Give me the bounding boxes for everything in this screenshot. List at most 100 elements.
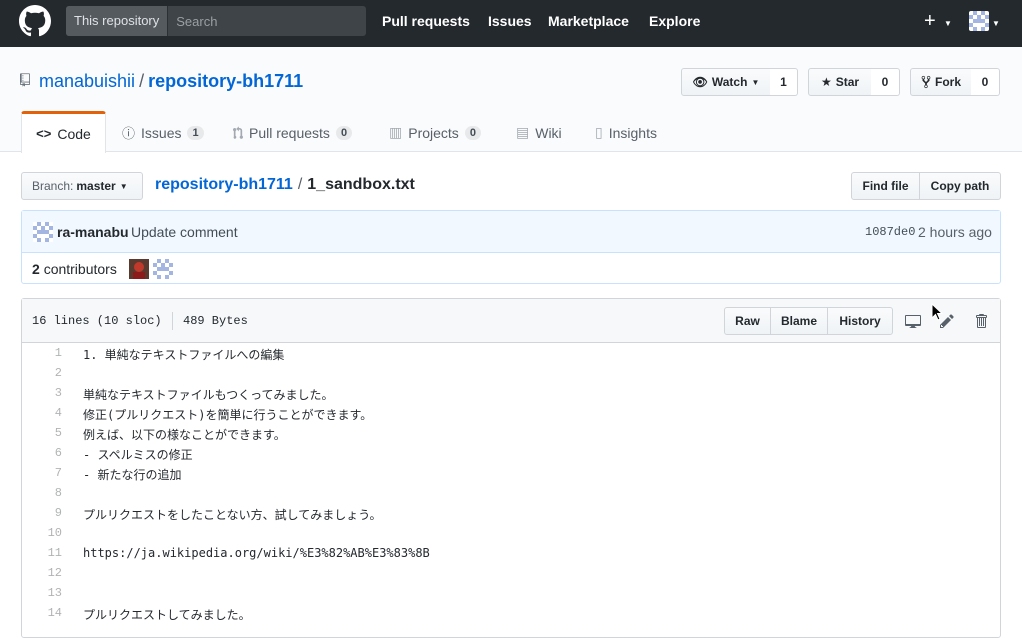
raw-button[interactable]: Raw: [724, 307, 771, 335]
tab-counter: 1: [187, 125, 204, 140]
desktop-icon[interactable]: [905, 313, 921, 329]
avatar[interactable]: [969, 11, 989, 31]
chevron-down-icon[interactable]: ▼: [944, 19, 952, 28]
contributor-avatar[interactable]: [129, 259, 149, 279]
code-line: 修正(プルリクエスト)を簡単に行うことができます。: [83, 408, 373, 422]
nav-issues[interactable]: Issues: [488, 13, 532, 29]
tab-label: Insights: [608, 124, 657, 141]
branch-prefix: Branch:: [32, 179, 74, 193]
star-icon: ★: [820, 75, 832, 89]
commit-tease: ra-manabu Update comment 1087de0 2 hours…: [21, 210, 1001, 284]
nav-marketplace[interactable]: Marketplace: [548, 13, 629, 29]
tab-counter: 0: [335, 125, 353, 140]
mouse-cursor-icon: [931, 303, 944, 321]
line-number[interactable]: 12: [22, 566, 62, 580]
watch-button[interactable]: 👁 Watch ▼: [681, 68, 771, 96]
chevron-down-icon: ▼: [751, 77, 760, 87]
chevron-down-icon[interactable]: ▼: [992, 19, 1000, 28]
code-line: 1. 単純なテキストファイルへの編集: [83, 348, 285, 362]
tab-label: Pull requests: [249, 124, 330, 141]
star-label: Star: [835, 75, 860, 89]
trash-icon[interactable]: [973, 313, 989, 329]
fork-icon: [921, 75, 931, 89]
tab-insights[interactable]: ▯ Insights: [595, 113, 657, 152]
tab-counter: 0: [464, 125, 481, 140]
search-box[interactable]: This repository Search: [66, 6, 366, 36]
line-number[interactable]: 5: [22, 426, 62, 440]
code-line: プルリクエストをしたことない方、試してみましょう。: [83, 508, 382, 522]
pull-request-icon: [233, 125, 243, 139]
file-header: 16 lines (10 sloc) 489 Bytes Raw Blame H…: [22, 299, 1000, 343]
line-number[interactable]: 1: [22, 346, 62, 360]
tab-projects[interactable]: ▥ Projects 0: [389, 113, 481, 152]
eye-icon: 👁: [692, 75, 708, 89]
fork-label: Fork: [934, 75, 961, 89]
commit-message-link[interactable]: Update comment: [131, 224, 238, 240]
fork-button[interactable]: Fork: [910, 68, 972, 96]
history-button[interactable]: History: [827, 307, 893, 335]
watch-count[interactable]: 1: [770, 68, 798, 96]
tab-label: Projects: [408, 124, 459, 141]
repo-name-link[interactable]: repository-bh1711: [148, 71, 303, 91]
line-number[interactable]: 7: [22, 466, 62, 480]
contributors-label: contributors: [43, 261, 117, 277]
plus-icon[interactable]: +: [924, 10, 936, 33]
code-line: - スペルミスの修正: [83, 448, 193, 462]
code-icon: <>: [36, 126, 52, 141]
repo-title: manabuishii / repository-bh1711: [39, 71, 303, 92]
line-number[interactable]: 2: [22, 366, 62, 380]
breadcrumb-repo-link[interactable]: repository-bh1711: [155, 176, 293, 193]
tab-wiki[interactable]: ▤ Wiki: [516, 113, 562, 152]
line-number[interactable]: 6: [22, 446, 62, 460]
line-number[interactable]: 11: [22, 546, 62, 560]
branch-name: master: [76, 179, 116, 193]
branch-select[interactable]: Branch: master ▼: [21, 172, 143, 200]
line-number[interactable]: 9: [22, 506, 62, 520]
line-number[interactable]: 10: [22, 526, 62, 540]
file-info-divider: [172, 312, 173, 330]
tab-label: Code: [57, 125, 91, 142]
global-header: This repository Search Pull requests Iss…: [0, 0, 1022, 47]
line-number[interactable]: 8: [22, 486, 62, 500]
tab-code[interactable]: <> Code: [21, 111, 106, 153]
contributor-avatar[interactable]: [153, 259, 173, 279]
tab-issues[interactable]: ⓘ Issues 1: [122, 113, 204, 152]
star-count[interactable]: 0: [871, 68, 900, 96]
repo-title-separator: /: [139, 71, 145, 91]
chevron-down-icon: ▼: [119, 181, 128, 191]
search-input[interactable]: Search: [168, 14, 217, 29]
line-number[interactable]: 13: [22, 586, 62, 600]
github-logo-icon[interactable]: [19, 5, 51, 37]
repo-icon: [20, 73, 30, 87]
blame-button[interactable]: Blame: [770, 307, 828, 335]
fork-count[interactable]: 0: [971, 68, 1000, 96]
find-file-button[interactable]: Find file: [851, 172, 920, 200]
search-scope[interactable]: This repository: [66, 6, 169, 36]
watch-label: Watch: [711, 75, 748, 89]
copy-path-button[interactable]: Copy path: [919, 172, 1001, 200]
issue-icon: ⓘ: [122, 126, 136, 141]
line-number[interactable]: 3: [22, 386, 62, 400]
line-number[interactable]: 14: [22, 606, 62, 620]
line-number[interactable]: 4: [22, 406, 62, 420]
tab-label: Wiki: [535, 124, 562, 141]
nav-explore[interactable]: Explore: [649, 13, 700, 29]
commit-sha-link[interactable]: 1087de0: [865, 225, 915, 239]
tab-label: Issues: [141, 124, 182, 141]
commit-author-link[interactable]: ra-manabu: [57, 224, 129, 240]
breadcrumb-file: 1_sandbox.txt: [307, 176, 415, 193]
commit-header: ra-manabu Update comment 1087de0 2 hours…: [22, 211, 1000, 253]
file-lines-info: 16 lines (10 sloc): [32, 314, 162, 328]
code-line: 例えば、以下の様なことができます。: [83, 428, 286, 442]
nav-pull-requests[interactable]: Pull requests: [382, 13, 470, 29]
code-line: - 新たな行の追加: [83, 468, 182, 482]
project-icon: ▥: [389, 124, 403, 140]
star-button[interactable]: ★ Star: [808, 68, 872, 96]
author-avatar[interactable]: [33, 222, 53, 242]
repo-owner-link[interactable]: manabuishii: [39, 71, 135, 91]
breadcrumb: repository-bh1711/1_sandbox.txt: [155, 176, 415, 194]
contributors[interactable]: 2 contributors: [32, 261, 117, 277]
contributors-count: 2: [32, 261, 40, 277]
graph-icon: ▯: [595, 124, 603, 140]
tab-pull-requests[interactable]: Pull requests 0: [233, 113, 353, 152]
